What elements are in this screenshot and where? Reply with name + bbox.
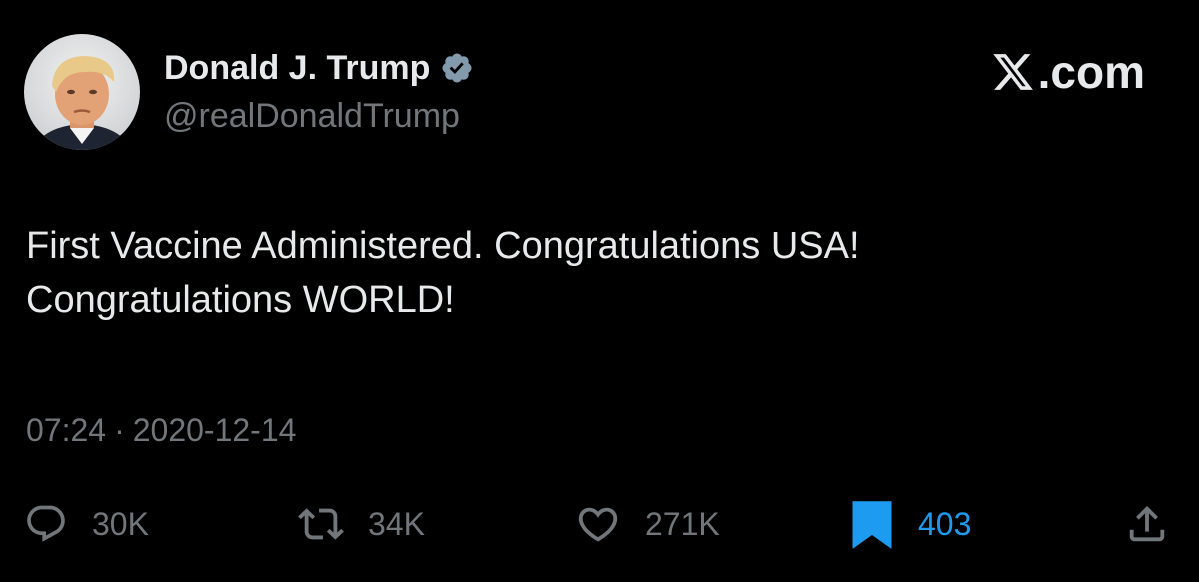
bookmark-count: 403 <box>918 505 972 542</box>
author-handle[interactable]: @realDonaldTrump <box>164 96 460 136</box>
like-count: 271K <box>645 505 720 542</box>
display-name-text: Donald J. Trump <box>164 49 431 87</box>
reply-count: 30K <box>92 505 149 542</box>
share-upload-icon <box>1129 505 1165 542</box>
brand-suffix: .com <box>1037 46 1145 98</box>
bookmark-icon <box>852 501 892 549</box>
meta-separator: · <box>114 412 125 448</box>
bookmark-button[interactable]: 403 <box>850 494 971 554</box>
like-button[interactable]: 271K <box>575 494 720 554</box>
reply-button[interactable]: 30K <box>24 494 149 554</box>
avatar-portrait-icon <box>24 34 140 150</box>
retweet-icon <box>298 508 344 540</box>
x-logo-icon <box>992 54 1033 90</box>
share-button[interactable] <box>1124 494 1170 554</box>
tweet-time: 07:24 <box>26 412 107 448</box>
avatar[interactable] <box>24 34 140 150</box>
retweet-count: 34K <box>368 505 425 542</box>
tweet-text: First Vaccine Administered. Congratulati… <box>26 219 1166 327</box>
reply-bubble-icon <box>27 505 65 542</box>
tweet-date: 2020-12-14 <box>132 412 297 448</box>
verified-badge-icon <box>442 53 472 83</box>
tweet-actions-bar: 30K 34K 271K 403 <box>0 494 1199 554</box>
tweet-text-line: Congratulations WORLD! <box>26 279 455 321</box>
x-com-brand[interactable]: .com <box>990 46 1145 98</box>
retweet-button[interactable]: 34K <box>298 494 425 554</box>
tweet-timestamp[interactable]: 07:24 · 2020-12-14 <box>26 410 296 450</box>
tweet-text-line: First Vaccine Administered. Congratulati… <box>26 225 860 267</box>
author-display-name[interactable]: Donald J. Trump <box>164 46 474 90</box>
heart-icon <box>578 507 618 542</box>
